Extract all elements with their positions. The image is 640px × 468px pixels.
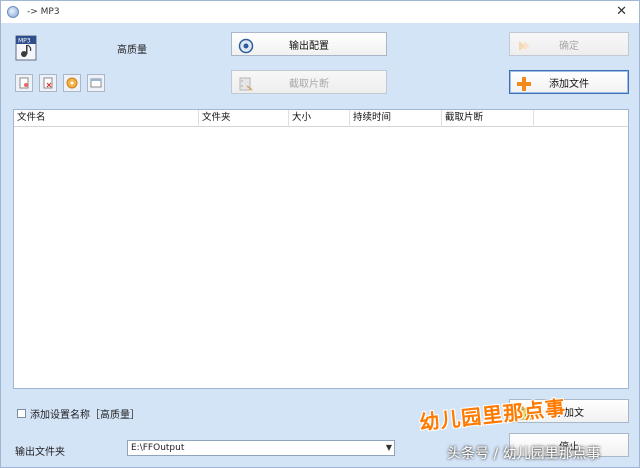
quality-label: 高质量: [117, 45, 147, 56]
ok-button[interactable]: 确定: [509, 32, 629, 56]
add-setting-name-label: 添加设置名称［高质量］: [30, 410, 140, 421]
add-setting-name-option[interactable]: 添加设置名称［高质量］: [17, 406, 140, 421]
output-config-button[interactable]: 输出配置: [231, 32, 387, 56]
column-header-size[interactable]: 大小: [289, 110, 350, 127]
close-icon[interactable]: ✕: [616, 4, 627, 20]
column-header-folder[interactable]: 文件夹: [199, 110, 289, 127]
chevron-down-icon[interactable]: ▼: [386, 441, 392, 455]
svg-text:MP3: MP3: [18, 38, 31, 45]
column-header-duration[interactable]: 持续时间: [350, 110, 442, 127]
clip-label: 截取片断: [289, 78, 329, 90]
remove-button[interactable]: [39, 74, 57, 92]
title-bar: -> MP3 ✕: [1, 1, 639, 23]
add-setting-name-checkbox[interactable]: [17, 409, 26, 418]
mp3-format-icon: MP3: [15, 35, 37, 61]
file-list[interactable]: 文件名 文件夹 大小 持续时间 截取片断: [13, 109, 629, 389]
remove-file-icon: [43, 77, 53, 89]
watermark-text: 幼儿园里那点事: [418, 395, 568, 435]
app-icon: [7, 6, 19, 18]
film-clip-icon: [239, 77, 253, 91]
disc-icon: [66, 77, 78, 89]
document-icon: [19, 77, 29, 89]
output-folder-label: 输出文件夹: [15, 447, 65, 458]
output-folder-select[interactable]: E:\FFOutput ▼: [127, 440, 395, 456]
column-header-clip[interactable]: 截取片断: [442, 110, 534, 127]
clip-button[interactable]: 截取片断: [231, 70, 387, 94]
window-title: -> MP3: [27, 7, 60, 17]
output-folder-value: E:\FFOutput: [131, 443, 185, 453]
plus-icon: [517, 77, 531, 91]
output-config-label: 输出配置: [289, 40, 329, 52]
window-icon: [90, 78, 102, 88]
settings-icon: [238, 38, 254, 54]
new-doc-button[interactable]: [15, 74, 33, 92]
add-file-button[interactable]: 添加文件: [509, 70, 629, 94]
arrow-right-icon: [519, 41, 530, 51]
main-window: -> MP3 ✕ MP3 高质量 输出配置 确定 截取片断 添加文件 文件名 文…: [0, 0, 640, 468]
info-button[interactable]: [87, 74, 105, 92]
watermark-subtext: 头条号 / 幼儿园里那点事: [447, 446, 601, 462]
column-header-filename[interactable]: 文件名: [14, 110, 199, 127]
media-button[interactable]: [63, 74, 81, 92]
file-list-header: 文件名 文件夹 大小 持续时间 截取片断: [14, 110, 628, 127]
